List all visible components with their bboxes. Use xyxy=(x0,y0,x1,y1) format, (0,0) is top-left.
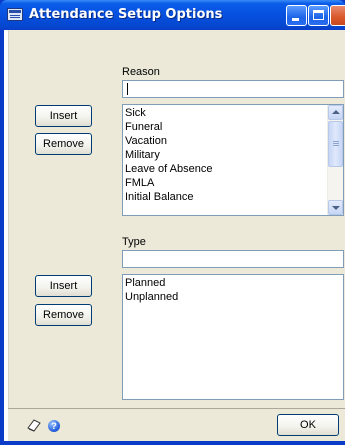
reason-list[interactable]: Sick Funeral Vacation Military Leave of Abse… xyxy=(122,104,344,216)
list-item[interactable]: FMLA xyxy=(125,176,343,190)
maximize-button[interactable] xyxy=(308,5,329,26)
window-client: Reason Insert Remove Sick Funeral Vacation… xyxy=(4,30,345,441)
reason-input[interactable] xyxy=(122,80,344,98)
minimize-button[interactable] xyxy=(286,5,307,26)
help-icon[interactable]: ? xyxy=(48,420,60,432)
reason-list-items: Sick Funeral Vacation Military Leave of Abse… xyxy=(123,105,343,204)
reason-list-scrollbar[interactable] xyxy=(327,105,343,215)
window: Attendance Setup Options Reason Insert R… xyxy=(0,0,345,445)
window-title: Attendance Setup Options xyxy=(29,7,223,22)
list-item[interactable]: Unplanned xyxy=(125,290,343,304)
type-insert-button[interactable]: Insert xyxy=(35,275,92,297)
scroll-down-icon[interactable] xyxy=(328,200,343,215)
ok-button[interactable]: OK xyxy=(277,414,339,436)
list-item[interactable]: Vacation xyxy=(125,134,343,148)
options-panel: Reason Insert Remove Sick Funeral Vacation… xyxy=(8,30,345,408)
text-caret xyxy=(127,83,128,95)
type-input[interactable] xyxy=(122,250,344,268)
scroll-thumb[interactable] xyxy=(328,121,343,167)
list-item[interactable]: Military xyxy=(125,148,343,162)
footer-bar: ? OK xyxy=(8,408,345,441)
list-item[interactable]: Initial Balance xyxy=(125,190,343,204)
list-item[interactable]: Planned xyxy=(125,276,343,290)
reason-label: Reason xyxy=(122,66,160,78)
type-remove-button[interactable]: Remove xyxy=(35,304,92,326)
title-bar[interactable]: Attendance Setup Options xyxy=(0,0,345,30)
list-item[interactable]: Sick xyxy=(125,106,343,120)
type-label: Type xyxy=(122,236,146,248)
list-item[interactable]: Leave of Absence xyxy=(125,162,343,176)
type-list-items: Planned Unplanned xyxy=(123,275,343,304)
notes-icon[interactable] xyxy=(26,417,42,433)
close-button[interactable] xyxy=(330,5,345,26)
type-list[interactable]: Planned Unplanned xyxy=(122,274,344,400)
scroll-up-icon[interactable] xyxy=(328,105,343,120)
reason-remove-button[interactable]: Remove xyxy=(35,133,92,155)
list-item[interactable]: Funeral xyxy=(125,120,343,134)
window-icon[interactable] xyxy=(7,8,23,21)
reason-insert-button[interactable]: Insert xyxy=(35,105,92,127)
